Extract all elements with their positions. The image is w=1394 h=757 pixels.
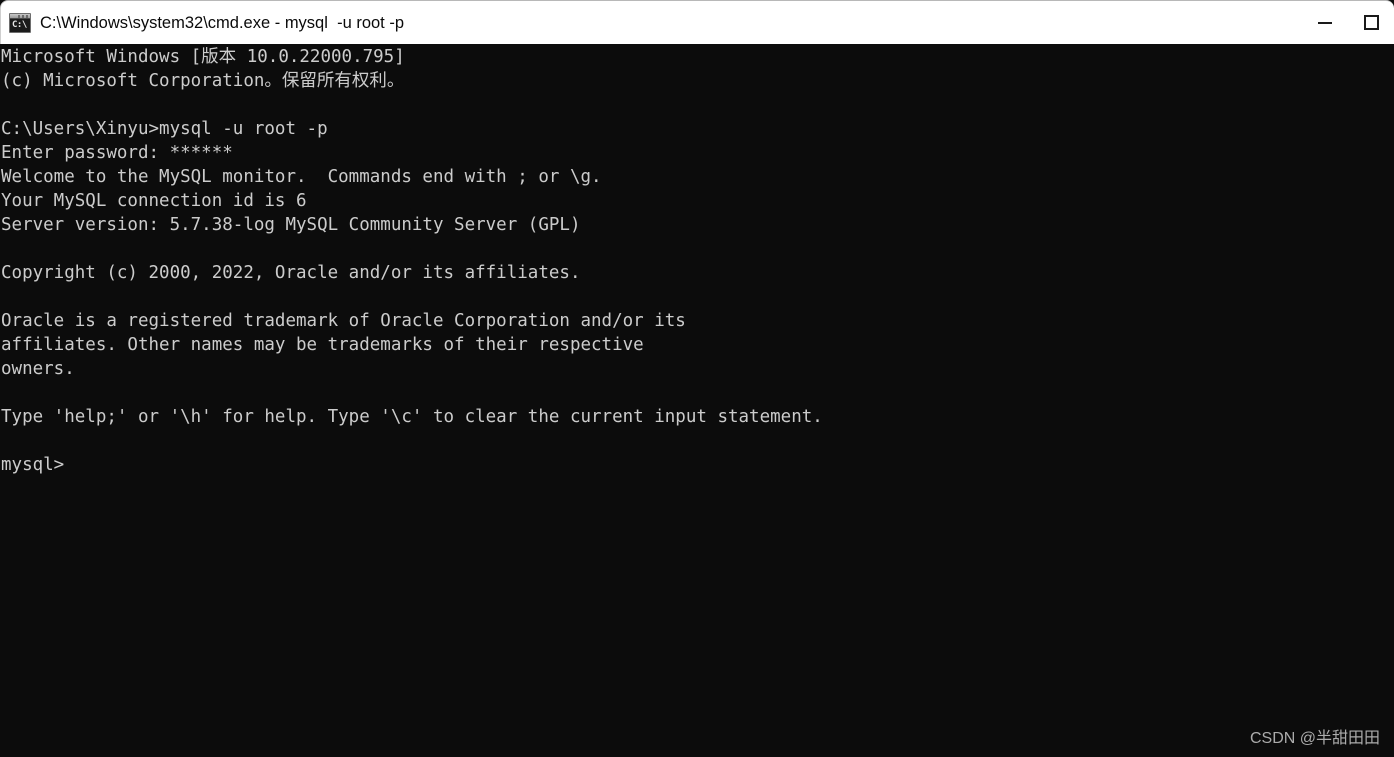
maximize-button[interactable] bbox=[1348, 1, 1394, 44]
window-title: C:\Windows\system32\cmd.exe - mysql -u r… bbox=[40, 13, 405, 32]
cmd-window: C:\ C:\Windows\system32\cmd.exe - mysql … bbox=[0, 0, 1394, 757]
maximize-icon bbox=[1363, 15, 1379, 30]
cmd-exe-icon: C:\ bbox=[9, 12, 31, 33]
minimize-icon bbox=[1318, 21, 1332, 24]
window-controls bbox=[1302, 1, 1394, 44]
console-text: Microsoft Windows [版本 10.0.22000.795] (c… bbox=[1, 47, 823, 475]
titlebar-left-group: C:\ C:\Windows\system32\cmd.exe - mysql … bbox=[1, 12, 1302, 33]
csdn-watermark: CSDN @半甜田田 bbox=[1249, 730, 1380, 747]
window-titlebar[interactable]: C:\ C:\Windows\system32\cmd.exe - mysql … bbox=[0, 0, 1394, 44]
cmd-icon-buttons bbox=[18, 14, 29, 18]
console-output-area[interactable]: Microsoft Windows [版本 10.0.22000.795] (c… bbox=[0, 44, 1394, 757]
cmd-icon-prompt-glyph: C:\ bbox=[12, 19, 27, 30]
minimize-button[interactable] bbox=[1302, 1, 1348, 44]
